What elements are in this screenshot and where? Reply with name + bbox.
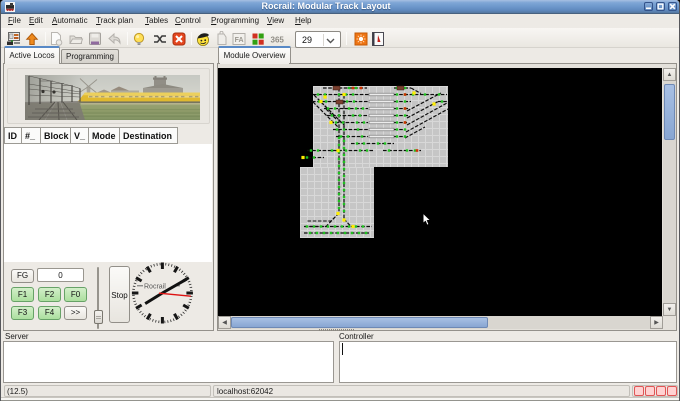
svg-text:FA: FA xyxy=(235,37,244,44)
svg-text:Rocrail: Rocrail xyxy=(144,284,166,291)
svg-text:365: 365 xyxy=(271,36,285,45)
